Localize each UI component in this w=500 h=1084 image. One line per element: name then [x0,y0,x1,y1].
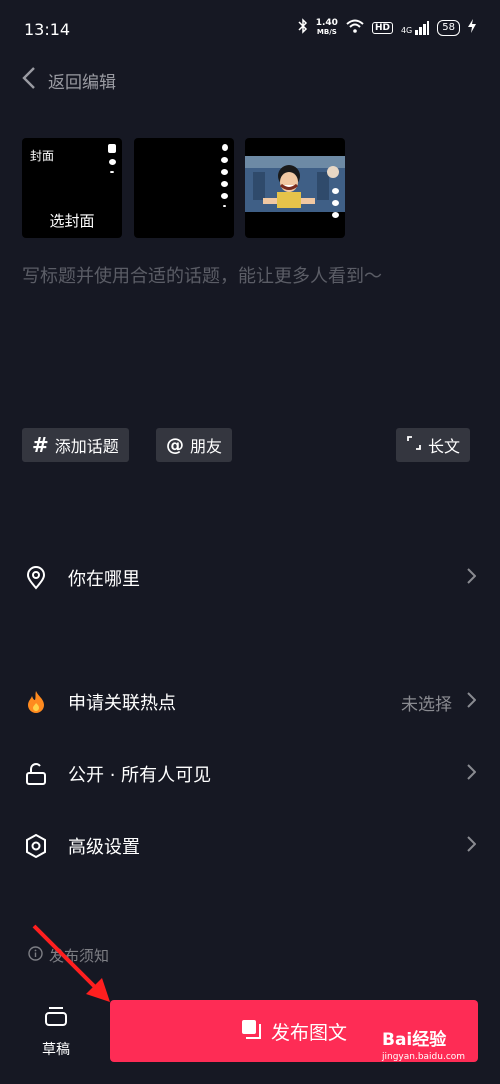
publish-image-icon [241,1019,261,1044]
long-text-button[interactable]: 长文 [396,428,471,462]
bluetooth-icon [298,18,308,37]
location-pin-icon [24,566,48,590]
caption-input[interactable]: 写标题并使用合适的话题，能让更多人看到～ [22,262,382,288]
drafts-label: 草稿 [42,1042,70,1058]
wifi-icon [346,19,364,36]
visibility-row[interactable]: 公开 · 所有人可见 [0,754,500,794]
advanced-settings-label: 高级设置 [68,837,140,858]
status-icons: 1.40 MB/S HD 4G 58 [298,18,476,37]
status-bar: 13:14 1.40 MB/S HD 4G 58 [0,0,500,60]
watermark-brand: Bai经验 [382,1030,447,1050]
friends-label: 朋友 [190,437,223,456]
chevron-right-icon [467,567,477,589]
add-topic-button[interactable]: # 添加话题 [22,428,129,462]
hashtag-icon: # [32,433,49,457]
add-topic-label: 添加话题 [54,437,119,456]
thumbnail-side-icons [221,144,228,207]
image-thumbnail-3[interactable] [245,138,345,238]
hexagon-settings-icon [24,834,48,858]
advanced-settings-row[interactable]: 高级设置 [0,826,500,866]
signal-icon: 4G [400,20,430,35]
chevron-right-icon [467,763,477,785]
expand-icon [406,435,422,455]
signal-type: 4G [400,25,413,35]
net-speed-value: 1.40 [315,17,338,28]
watermark-site: jingyan.baidu.com [382,1052,466,1062]
back-button[interactable]: 返回编辑 [22,66,116,95]
location-row[interactable]: 你在哪里 [0,558,500,598]
battery-indicator: 58 [437,19,460,36]
mention-friends-button[interactable]: @ 朋友 [156,428,233,462]
unlock-icon [24,762,48,786]
hotspot-row[interactable]: 申请关联热点 未选择 [0,682,500,722]
hotspot-value: 未选择 [401,694,452,715]
visibility-label: 公开 · 所有人可见 [68,765,212,786]
cover-thumbnail[interactable]: 封面 选封面 [22,138,122,238]
baidu-watermark: Bai经验 jingyan.baidu.com [382,1025,465,1062]
thumbnail-side-icons [108,144,116,173]
thumbnail-side-icons [332,188,339,218]
chevron-right-icon [467,835,477,857]
hd-badge: HD [371,21,393,34]
hotspot-label: 申请关联热点 [68,693,176,714]
at-icon: @ [166,434,184,456]
long-text-label: 长文 [428,437,461,456]
location-label: 你在哪里 [68,569,140,590]
network-speed: 1.40 MB/S [315,17,338,37]
back-label: 返回编辑 [48,73,116,93]
cover-tag: 封面 [30,149,55,163]
image-thumbnail-2[interactable] [134,138,234,238]
chevron-left-icon [22,66,36,95]
charging-icon [468,19,476,36]
status-time: 13:14 [24,20,71,39]
drafts-button[interactable]: 草稿 [34,1005,78,1059]
annotation-arrow [32,924,110,1002]
chevron-right-icon [467,691,477,713]
publish-label: 发布图文 [270,1021,347,1044]
anime-photo [245,156,345,212]
net-speed-unit: MB/S [316,27,337,36]
flame-icon [24,690,48,714]
drafts-icon [44,1005,68,1031]
select-cover-label: 选封面 [49,212,95,230]
